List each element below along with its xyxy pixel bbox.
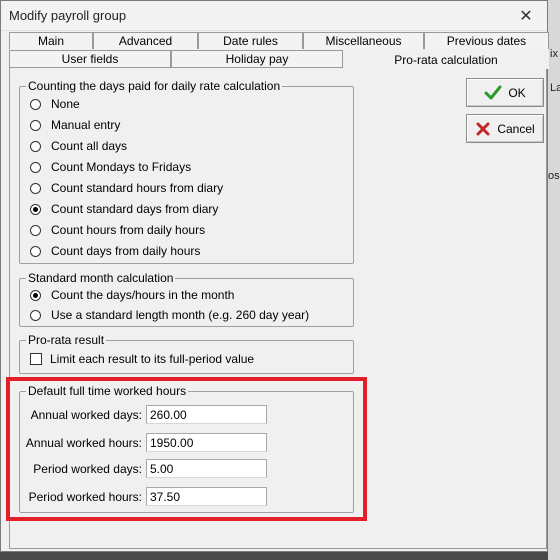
close-button[interactable]: ✕ — [513, 5, 539, 27]
annual-worked-days-row: Annual worked days: — [20, 405, 142, 425]
radio-count-standard-days[interactable]: Count standard days from diary — [30, 200, 218, 218]
radio-button[interactable] — [30, 140, 41, 152]
radio-label: Count Mondays to Fridays — [51, 160, 192, 174]
background-text: La — [550, 82, 560, 94]
radio-button[interactable] — [30, 182, 41, 194]
ok-button[interactable]: OK — [466, 78, 544, 107]
cancel-button-label: Cancel — [497, 121, 535, 136]
tab-pro-rata-calculation[interactable]: Pro-rata calculation — [343, 49, 549, 69]
radio-label: Count standard days from diary — [51, 202, 219, 216]
cancel-x-icon — [475, 121, 491, 137]
radio-label: Use a standard length month (e.g. 260 da… — [51, 308, 310, 322]
radio-button[interactable] — [30, 119, 41, 131]
radio-button[interactable] — [30, 309, 41, 321]
radio-manual-entry[interactable]: Manual entry — [30, 116, 120, 134]
period-worked-days-input[interactable] — [146, 459, 267, 478]
period-worked-hours-row: Period worked hours: — [20, 487, 142, 507]
default-hours-group-label: Default full time worked hours — [26, 384, 189, 398]
period-worked-days-label: Period worked days: — [33, 462, 142, 476]
checkmark-icon — [484, 85, 502, 101]
radio-count-all-days[interactable]: Count all days — [30, 137, 127, 155]
radio-button[interactable] — [30, 98, 41, 110]
annual-worked-hours-row: Annual worked hours: — [20, 433, 142, 453]
radio-button[interactable] — [30, 161, 41, 173]
radio-label: Count the days/hours in the month — [51, 288, 235, 302]
radio-count-days-daily[interactable]: Count days from daily hours — [30, 242, 200, 260]
title-bar: Modify payroll group ✕ — [1, 1, 547, 31]
radio-button[interactable] — [30, 224, 41, 236]
radio-button[interactable] — [30, 245, 41, 257]
standard-month-group-label: Standard month calculation — [26, 271, 176, 285]
radio-none[interactable]: None — [30, 95, 80, 113]
cancel-button[interactable]: Cancel — [466, 114, 544, 143]
period-worked-hours-input[interactable] — [146, 487, 267, 506]
standard-month-group: Standard month calculation Count the day… — [19, 271, 354, 327]
tab-label: Pro-rata calculation — [394, 53, 498, 67]
limit-result-checkbox-row[interactable]: Limit each result to its full-period val… — [30, 350, 254, 368]
tab-date-rules[interactable]: Date rules — [198, 32, 303, 49]
radio-count-standard-hours[interactable]: Count standard hours from diary — [30, 179, 223, 197]
dialog-title: Modify payroll group — [9, 8, 127, 23]
checkbox-label: Limit each result to its full-period val… — [50, 352, 255, 366]
tab-main[interactable]: Main — [9, 32, 93, 49]
annual-worked-hours-label: Annual worked hours: — [25, 436, 142, 450]
period-worked-days-row: Period worked days: — [20, 459, 142, 479]
radio-count-days-in-month[interactable]: Count the days/hours in the month — [30, 286, 234, 304]
limit-result-checkbox[interactable] — [30, 353, 42, 365]
modify-payroll-group-dialog: Modify payroll group ✕ Main Advanced Dat… — [0, 0, 549, 552]
tab-label: Miscellaneous — [325, 34, 402, 48]
tab-label: Date rules — [223, 34, 278, 48]
tab-label: Advanced — [118, 34, 173, 48]
radio-label: Count hours from daily hours — [51, 223, 206, 237]
background-text: ix — [550, 48, 558, 60]
counting-days-group: Counting the days paid for daily rate ca… — [19, 79, 354, 264]
ok-button-label: OK — [508, 85, 526, 100]
radio-label: Manual entry — [51, 118, 121, 132]
default-hours-group: Default full time worked hours Annual wo… — [19, 384, 354, 513]
tab-label: Holiday pay — [225, 52, 289, 66]
annual-worked-hours-input[interactable] — [146, 433, 267, 452]
radio-standard-length-month[interactable]: Use a standard length month (e.g. 260 da… — [30, 306, 309, 324]
radio-label: Count standard hours from diary — [51, 181, 224, 195]
prorata-result-group: Pro-rata result Limit each result to its… — [19, 333, 354, 374]
radio-button-selected[interactable] — [30, 289, 41, 301]
radio-label: Count days from daily hours — [51, 244, 201, 258]
tab-label: User fields — [61, 52, 119, 66]
counting-days-group-label: Counting the days paid for daily rate ca… — [26, 79, 283, 93]
tab-miscellaneous[interactable]: Miscellaneous — [303, 32, 424, 49]
tab-label: Main — [37, 34, 64, 48]
annual-worked-days-input[interactable] — [146, 405, 267, 424]
radio-label: Count all days — [51, 139, 128, 153]
close-icon: ✕ — [519, 8, 533, 25]
tab-holiday-pay[interactable]: Holiday pay — [171, 50, 343, 67]
radio-count-mondays-to-fridays[interactable]: Count Mondays to Fridays — [30, 158, 191, 176]
annual-worked-days-label: Annual worked days: — [30, 408, 142, 422]
tab-advanced[interactable]: Advanced — [93, 32, 198, 49]
tab-label: Previous dates — [446, 34, 527, 48]
period-worked-hours-label: Period worked hours: — [28, 490, 142, 504]
prorata-result-group-label: Pro-rata result — [26, 333, 107, 347]
radio-count-hours-daily[interactable]: Count hours from daily hours — [30, 221, 205, 239]
background-text: os — [548, 170, 560, 182]
tab-previous-dates[interactable]: Previous dates — [424, 32, 549, 49]
tab-user-fields[interactable]: User fields — [9, 50, 171, 67]
radio-label: None — [51, 97, 80, 111]
radio-button-selected[interactable] — [30, 203, 41, 215]
